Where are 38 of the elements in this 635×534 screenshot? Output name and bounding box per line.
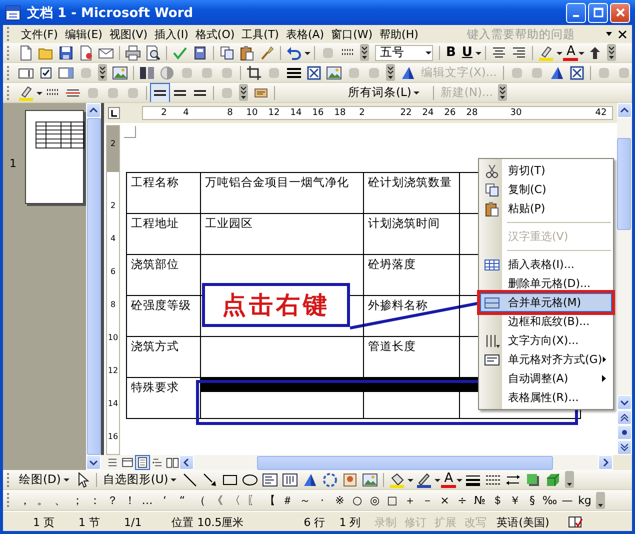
ruler-number: 14 (289, 108, 303, 118)
annotation-tooltip: 点击右键 (202, 283, 350, 327)
status-item: 扩展 (434, 514, 457, 530)
status-item: 位置 10.5厘米 (172, 514, 244, 530)
ruler-number: 6 (110, 266, 116, 278)
page-number: 1 (8, 157, 18, 170)
ruler-number: 24 (421, 108, 435, 118)
ruler-number: 10 (245, 108, 259, 118)
ruler-number: 12 (108, 365, 118, 377)
ruler-number: 4 (182, 108, 190, 118)
ruler-number: 2 (110, 138, 116, 150)
status-item: 改写 (464, 514, 487, 530)
ruler-number: 14 (108, 398, 118, 410)
status-item: 1 节 (78, 514, 100, 530)
window-title: 文档 1 - Microsoft Word (27, 4, 194, 22)
status-item: 6 行 (304, 514, 326, 530)
ruler-number: 2 (110, 200, 116, 212)
ruler-number: 26 (443, 108, 457, 118)
ruler-number: 12 (267, 108, 281, 118)
status-item: 修订 (404, 514, 427, 530)
status-item: 1/1 (124, 516, 142, 528)
ruler-number: 2 (160, 108, 168, 118)
status-item: 1 页 (33, 514, 54, 530)
ruler-number: 2 (358, 108, 366, 118)
ruler-number: 18 (333, 108, 347, 118)
ruler-number: 22 (399, 108, 413, 118)
status-item: 录制 (374, 514, 397, 530)
ruler-number: 30 (509, 108, 523, 118)
ruler-number: 28 (465, 108, 479, 118)
ruler-number: 10 (108, 332, 118, 344)
ruler-number: 16 (108, 431, 118, 443)
ruler-number: 16 (311, 108, 325, 118)
status-item: 1 列 (339, 514, 361, 530)
ruler-number: 8 (226, 108, 234, 118)
ruler-number: 4 (110, 233, 116, 245)
ruler-number: 42 (594, 108, 608, 118)
status-item: 英语(美国) (496, 514, 550, 530)
ruler-number: 8 (110, 299, 116, 311)
